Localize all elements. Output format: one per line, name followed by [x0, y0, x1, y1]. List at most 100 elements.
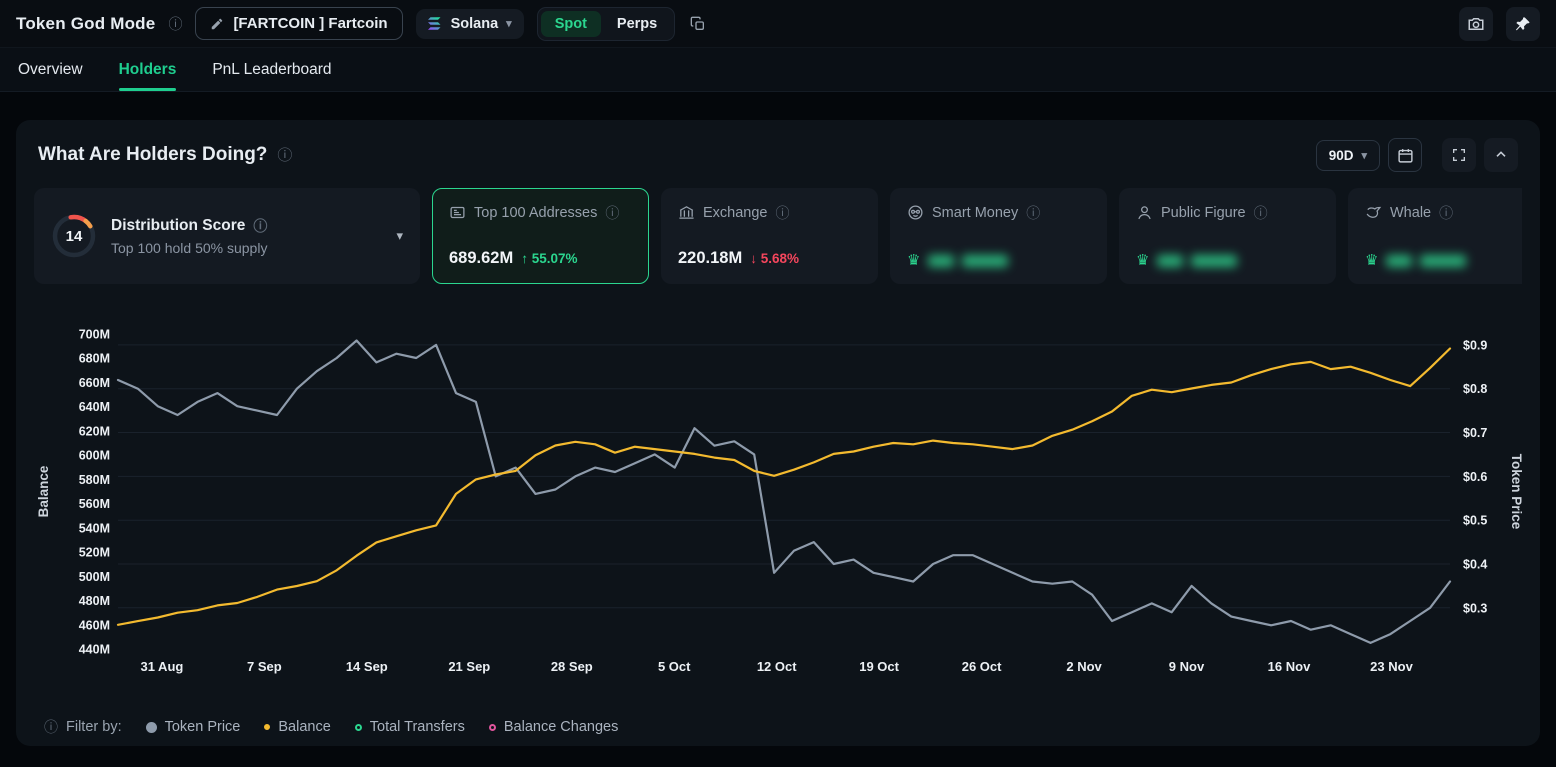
calendar-button[interactable]: [1388, 138, 1422, 172]
filter-info-icon[interactable]: ⓘ: [44, 720, 58, 734]
smart-money-label: Smart Money: [932, 205, 1018, 221]
public-figure-masked-value: ♛: [1136, 253, 1319, 268]
whale-icon: [1365, 204, 1382, 221]
chain-label: Solana: [451, 16, 499, 32]
screenshot-button[interactable]: [1459, 7, 1493, 41]
crown-icon: ♛: [1136, 253, 1149, 268]
svg-text:28 Sep: 28 Sep: [551, 659, 593, 674]
chevron-up-icon: [1493, 147, 1509, 163]
top100-label: Top 100 Addresses: [474, 205, 597, 221]
filter-label: Filter by:: [66, 719, 122, 735]
tab-holders[interactable]: Holders: [119, 48, 177, 91]
blurred-delta: [962, 255, 1008, 267]
distribution-score-info-icon[interactable]: ⓘ: [253, 219, 267, 233]
series-token-price: [118, 341, 1450, 643]
holders-chart[interactable]: 700M680M660M640M620M600M580M560M540M520M…: [32, 308, 1524, 688]
smart-money-icon: [907, 204, 924, 221]
panel-title: What Are Holders Doing?: [38, 144, 267, 166]
collapse-button[interactable]: [1484, 138, 1518, 172]
svg-text:460M: 460M: [79, 618, 110, 632]
public-figure-card[interactable]: Public Figure ⓘ ♛: [1119, 188, 1336, 284]
svg-text:700M: 700M: [79, 328, 110, 342]
svg-text:2 Nov: 2 Nov: [1066, 659, 1102, 674]
distribution-score-value: 14: [51, 213, 97, 259]
balance-dot: [264, 724, 270, 730]
exchange-card[interactable]: Exchange ⓘ 220.18M ↓ 5.68%: [661, 188, 878, 284]
perps-toggle[interactable]: Perps: [603, 11, 671, 37]
svg-text:Token Price: Token Price: [1509, 454, 1524, 530]
exchange-label: Exchange: [703, 205, 768, 221]
top100-value: 689.62M: [449, 249, 513, 268]
legend-total-transfers-label: Total Transfers: [370, 719, 465, 735]
svg-text:$0.9: $0.9: [1463, 338, 1487, 352]
svg-text:7 Sep: 7 Sep: [247, 659, 282, 674]
filter-legend: ⓘ Filter by: Token Price Balance Total T…: [44, 719, 1524, 735]
app-info-icon[interactable]: ⓘ: [168, 17, 182, 31]
blurred-value: [1386, 255, 1412, 267]
expand-icon: [1451, 147, 1467, 163]
distribution-score-card[interactable]: 14 Distribution Score ⓘ Top 100 hold 50%…: [34, 188, 420, 284]
bank-icon: [678, 204, 695, 221]
exchange-info-icon[interactable]: ⓘ: [776, 206, 790, 220]
copy-button[interactable]: [688, 14, 708, 34]
svg-text:Balance: Balance: [36, 465, 51, 517]
exchange-delta: ↓ 5.68%: [750, 251, 799, 266]
whale-info-icon[interactable]: ⓘ: [1439, 206, 1453, 220]
svg-text:$0.6: $0.6: [1463, 470, 1487, 484]
smart-money-card[interactable]: Smart Money ⓘ ♛: [890, 188, 1107, 284]
svg-text:16 Nov: 16 Nov: [1268, 659, 1311, 674]
legend-total-transfers[interactable]: Total Transfers: [355, 719, 465, 735]
token-selector[interactable]: [FARTCOIN ] Fartcoin: [195, 7, 402, 40]
svg-text:600M: 600M: [79, 449, 110, 463]
chain-selector[interactable]: Solana ▾: [416, 9, 524, 39]
public-figure-info-icon[interactable]: ⓘ: [1254, 206, 1268, 220]
distribution-score-gauge: 14: [51, 213, 97, 259]
legend-balance-label: Balance: [278, 719, 330, 735]
person-icon: [1136, 204, 1153, 221]
top100-delta: ↑ 55.07%: [521, 251, 577, 266]
svg-text:500M: 500M: [79, 570, 110, 584]
token-name: [FARTCOIN ] Fartcoin: [233, 15, 387, 32]
tab-pnl-leaderboard[interactable]: PnL Leaderboard: [212, 48, 331, 91]
legend-balance-changes-label: Balance Changes: [504, 719, 618, 735]
legend-balance-changes[interactable]: Balance Changes: [489, 719, 618, 735]
tab-overview[interactable]: Overview: [18, 48, 83, 91]
svg-text:31 Aug: 31 Aug: [140, 659, 183, 674]
svg-text:$0.4: $0.4: [1463, 558, 1487, 572]
smart-money-info-icon[interactable]: ⓘ: [1026, 206, 1040, 220]
svg-text:540M: 540M: [79, 521, 110, 535]
svg-text:580M: 580M: [79, 473, 110, 487]
blurred-delta: [1191, 255, 1237, 267]
svg-text:$0.5: $0.5: [1463, 514, 1487, 528]
legend-token-price-label: Token Price: [165, 719, 241, 735]
svg-text:680M: 680M: [79, 352, 110, 366]
svg-text:620M: 620M: [79, 424, 110, 438]
holders-panel: What Are Holders Doing? ⓘ 90D ▾: [16, 120, 1540, 746]
svg-text:660M: 660M: [79, 376, 110, 390]
balance-changes-dot: [489, 724, 496, 731]
address-card-icon: [449, 204, 466, 221]
panel-header: What Are Holders Doing? ⓘ 90D ▾: [38, 138, 1518, 172]
crown-icon: ♛: [1365, 253, 1378, 268]
panel-controls: 90D ▾: [1316, 138, 1518, 172]
top100-addresses-card[interactable]: Top 100 Addresses ⓘ 689.62M ↑ 55.07%: [432, 188, 649, 284]
app-title: Token God Mode: [16, 14, 155, 34]
legend-balance[interactable]: Balance: [264, 719, 330, 735]
chevron-down-icon: ▾: [506, 17, 512, 30]
token-price-dot: [146, 722, 157, 733]
pin-button[interactable]: [1506, 7, 1540, 41]
svg-text:19 Oct: 19 Oct: [859, 659, 899, 674]
whale-masked-value: ♛: [1365, 253, 1522, 268]
top100-info-icon[interactable]: ⓘ: [605, 206, 619, 220]
panel-info-icon[interactable]: ⓘ: [277, 148, 292, 163]
range-selector[interactable]: 90D ▾: [1316, 140, 1380, 171]
chevron-down-icon[interactable]: ▾: [396, 228, 403, 244]
section-tabs: Overview Holders PnL Leaderboard: [0, 48, 1556, 92]
spot-toggle[interactable]: Spot: [541, 11, 601, 37]
svg-text:$0.3: $0.3: [1463, 601, 1487, 615]
camera-icon: [1467, 15, 1485, 33]
exchange-value: 220.18M: [678, 249, 742, 268]
fullscreen-button[interactable]: [1442, 138, 1476, 172]
legend-token-price[interactable]: Token Price: [146, 719, 241, 735]
whale-card[interactable]: Whale ⓘ ♛: [1348, 188, 1522, 284]
